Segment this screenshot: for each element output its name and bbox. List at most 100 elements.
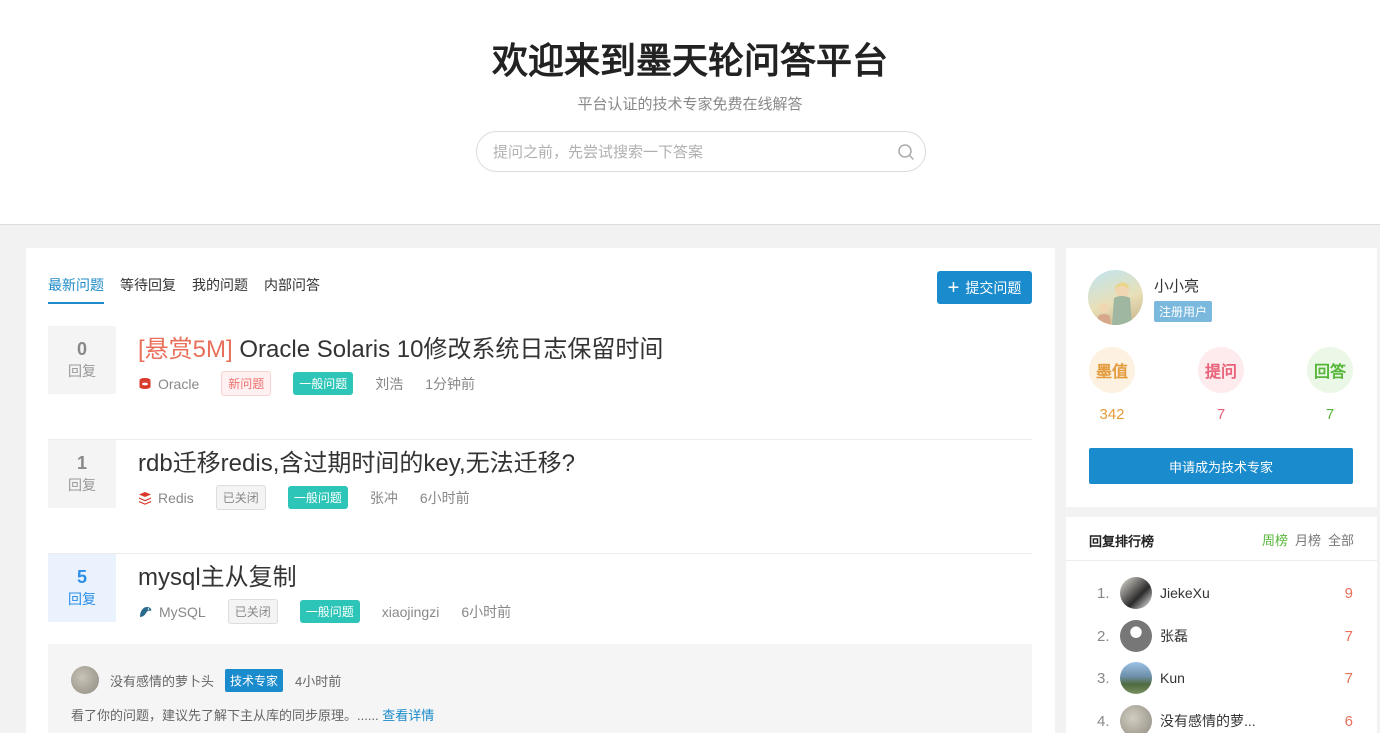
ranking-row[interactable]: 3. Kun 7: [1097, 662, 1353, 694]
reply-count-box: 5 回复: [48, 554, 116, 622]
plus-icon: +: [947, 276, 960, 299]
category-name: MySQL: [159, 603, 206, 620]
type-badge: 一般问题: [293, 372, 354, 395]
question-title[interactable]: [悬赏5M] Oracle Solaris 10修改系统日志保留时间: [138, 329, 663, 364]
reply-count: 5: [76, 567, 87, 587]
avatar[interactable]: [1088, 270, 1143, 325]
avatar[interactable]: [1120, 662, 1152, 694]
stat-label: 回答: [1307, 347, 1353, 393]
question-title-text: Oracle Solaris 10修改系统日志保留时间: [232, 336, 664, 363]
question-item[interactable]: 1 回复 rdb迁移redis,含过期时间的key,无法迁移? Redis 已关…: [48, 440, 1032, 554]
author-name[interactable]: 刘浩: [375, 374, 403, 394]
rank-count: 6: [1344, 712, 1353, 730]
question-item[interactable]: 0 回复 [悬赏5M] Oracle Solaris 10修改系统日志保留时间 …: [48, 326, 1032, 440]
redis-icon: [139, 491, 151, 505]
type-badge: 一般问题: [287, 486, 348, 509]
user-name[interactable]: 小小亮: [1154, 275, 1199, 296]
rank-index: 1.: [1097, 584, 1110, 602]
ranking-tabs: 周榜 月榜 全部: [1255, 530, 1354, 549]
question-title-text: mysql主从复制: [138, 564, 297, 591]
avatar[interactable]: [1120, 620, 1152, 652]
question-meta: Oracle 新问题 一般问题 刘浩 1分钟前: [138, 371, 497, 396]
tab-internal[interactable]: 内部问答: [264, 275, 320, 304]
type-badge: 一般问题: [299, 600, 360, 623]
answer-time: 4小时前: [295, 673, 342, 689]
author-name[interactable]: 张冲: [370, 488, 398, 508]
category-name: Redis: [158, 489, 194, 506]
ranking-row[interactable]: 1. JiekeXu 9: [1097, 577, 1353, 609]
category-link[interactable]: Redis: [138, 490, 194, 506]
reply-count-box: 1 回复: [48, 440, 116, 508]
page-subtitle: 平台认证的技术专家免费在线解答: [577, 96, 803, 113]
rank-user-name[interactable]: 张磊: [1160, 626, 1345, 646]
timestamp: 6小时前: [419, 489, 470, 506]
reply-label: 回复: [68, 363, 96, 379]
timestamp: 1分钟前: [425, 375, 476, 392]
stat-value: 342: [1099, 406, 1125, 423]
search-input[interactable]: [493, 141, 893, 163]
tab-latest[interactable]: 最新问题: [48, 275, 104, 304]
tab-all[interactable]: 全部: [1328, 530, 1354, 549]
reply-count: 0: [76, 339, 87, 359]
rank-count: 9: [1344, 584, 1353, 602]
category-link[interactable]: MySQL: [138, 604, 206, 620]
ranking-header: 回复排行榜 周榜 月榜 全部: [1066, 517, 1377, 561]
stat-questions[interactable]: 提问 7: [1198, 347, 1244, 423]
stat-value: 7: [1216, 406, 1226, 423]
reward-tag: [悬赏5M]: [138, 336, 233, 363]
ranking-row[interactable]: 4. 没有感情的萝... 6: [1097, 705, 1353, 733]
question-title[interactable]: mysql主从复制: [138, 557, 297, 592]
expert-badge: 技术专家: [225, 668, 284, 692]
status-badge: 已关闭: [215, 485, 266, 510]
status-badge: 已关闭: [227, 599, 278, 624]
question-panel: 最新问题 等待回复 我的问题 内部问答 + 提交问题 0 回复 [悬赏5M] O…: [26, 248, 1055, 733]
stat-points[interactable]: 墨值 342: [1089, 347, 1135, 423]
reply-ranking-card: 回复排行榜 周榜 月榜 全部 1. JiekeXu 9 2. 张磊 7 3. K…: [1066, 517, 1377, 733]
rank-count: 7: [1344, 669, 1353, 687]
status-badge: 新问题: [221, 371, 272, 396]
rank-index: 2.: [1097, 627, 1110, 645]
answer-text: 看了你的问题，建议先了解下主从库的同步原理。...... 查看详情: [71, 705, 434, 724]
stat-label: 墨值: [1089, 347, 1135, 393]
stat-answers[interactable]: 回答 7: [1307, 347, 1353, 423]
search-box[interactable]: [476, 131, 926, 172]
reply-label: 回复: [68, 591, 96, 607]
user-profile-card: 小小亮 注册用户 墨值 342 提问 7 回答 7 申请成为技术专家: [1066, 248, 1377, 507]
question-tabs: 最新问题 等待回复 我的问题 内部问答: [48, 275, 336, 304]
ranking-title: 回复排行榜: [1089, 534, 1155, 549]
category-link[interactable]: Oracle: [138, 376, 199, 392]
tab-monthly[interactable]: 月榜: [1295, 530, 1321, 549]
timestamp: 6小时前: [461, 603, 512, 620]
question-meta: MySQL 已关闭 一般问题 xiaojingzi 6小时前: [138, 599, 533, 624]
user-role-badge: 注册用户: [1154, 301, 1213, 322]
avatar[interactable]: [1120, 577, 1152, 609]
question-title[interactable]: rdb迁移redis,含过期时间的key,无法迁移?: [138, 443, 575, 478]
tab-waiting[interactable]: 等待回复: [120, 275, 176, 304]
rank-user-name[interactable]: Kun: [1160, 670, 1345, 686]
submit-question-button[interactable]: + 提交问题: [937, 271, 1032, 304]
view-details-link[interactable]: 查看详情: [382, 708, 434, 723]
mysql-icon: [140, 606, 152, 617]
rank-index: 4.: [1097, 712, 1110, 730]
hero-header: 欢迎来到墨天轮问答平台 平台认证的技术专家免费在线解答: [0, 0, 1380, 225]
avatar[interactable]: [71, 666, 99, 694]
author-name[interactable]: xiaojingzi: [382, 604, 440, 620]
stat-label: 提问: [1198, 347, 1244, 393]
apply-expert-button[interactable]: 申请成为技术专家: [1089, 448, 1353, 484]
page-title: 欢迎来到墨天轮问答平台: [491, 40, 888, 81]
answer-author[interactable]: 没有感情的萝卜头: [110, 671, 214, 690]
search-icon[interactable]: [897, 143, 915, 161]
answer-preview: 没有感情的萝卜头 技术专家 4小时前 看了你的问题，建议先了解下主从库的同步原理…: [48, 644, 1032, 733]
answer-header: 没有感情的萝卜头 技术专家 4小时前: [71, 666, 341, 694]
avatar[interactable]: [1120, 705, 1152, 733]
category-name: Oracle: [158, 375, 200, 392]
ranking-row[interactable]: 2. 张磊 7: [1097, 620, 1353, 652]
tab-my-questions[interactable]: 我的问题: [192, 275, 248, 304]
rank-user-name[interactable]: 没有感情的萝...: [1160, 711, 1345, 731]
rank-user-name[interactable]: JiekeXu: [1160, 585, 1345, 601]
oracle-db-icon: [139, 377, 151, 389]
submit-question-label: 提交问题: [965, 279, 1022, 296]
tab-weekly[interactable]: 周榜: [1262, 530, 1288, 549]
reply-count: 1: [76, 453, 87, 473]
question-title-text: rdb迁移redis,含过期时间的key,无法迁移?: [138, 450, 575, 477]
